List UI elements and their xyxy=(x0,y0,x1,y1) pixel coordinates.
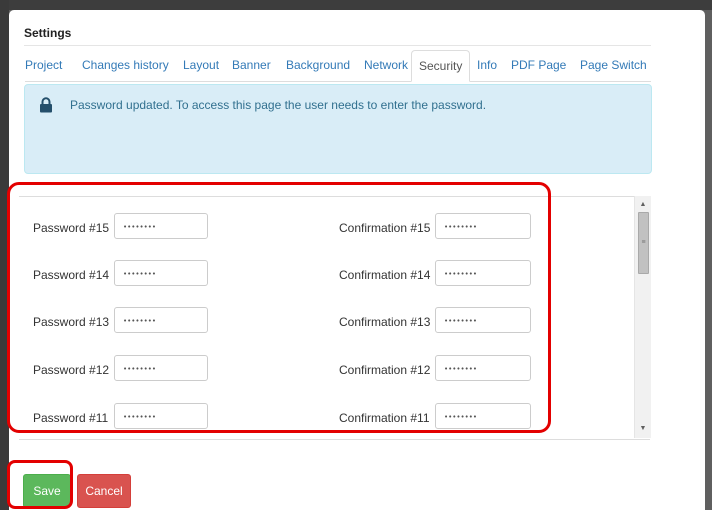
password-input[interactable]: •••••••• xyxy=(114,307,208,333)
password-row: Password #12 •••••••• Confirmation #12 •… xyxy=(19,355,639,385)
password-label: Password #12 xyxy=(33,363,110,377)
tab-banner[interactable]: Banner xyxy=(232,50,271,80)
dialog-title: Settings xyxy=(24,26,72,40)
password-input[interactable]: •••••••• xyxy=(114,260,208,286)
password-label: Password #14 xyxy=(33,268,110,282)
scroll-up-arrow-icon[interactable]: ▲ xyxy=(635,198,651,212)
confirmation-input[interactable]: •••••••• xyxy=(435,403,531,429)
settings-dialog: Settings Project Changes history Layout … xyxy=(9,10,705,510)
password-label: Password #15 xyxy=(33,221,110,235)
confirmation-label: Confirmation #14 xyxy=(339,268,431,282)
password-row: Password #11 •••••••• Confirmation #11 •… xyxy=(19,403,639,433)
password-input[interactable]: •••••••• xyxy=(114,355,208,381)
tab-security[interactable]: Security xyxy=(411,50,471,82)
save-button[interactable]: Save xyxy=(23,474,71,508)
password-input[interactable]: •••••••• xyxy=(114,213,208,239)
confirmation-label: Confirmation #15 xyxy=(339,221,431,235)
password-label: Password #13 xyxy=(33,315,110,329)
title-divider xyxy=(24,45,651,46)
background-left-edge xyxy=(0,0,9,510)
tab-layout[interactable]: Layout xyxy=(183,50,219,80)
confirmation-input[interactable]: •••••••• xyxy=(435,307,531,333)
scroll-down-arrow-icon[interactable]: ▼ xyxy=(635,422,651,436)
password-fields-panel: Password #15 •••••••• Confirmation #15 •… xyxy=(19,196,650,440)
scrollbar-thumb[interactable]: ≡ xyxy=(638,212,649,274)
password-row: Password #14 •••••••• Confirmation #14 •… xyxy=(19,260,639,290)
password-row: Password #15 •••••••• Confirmation #15 •… xyxy=(19,213,639,243)
confirmation-input[interactable]: •••••••• xyxy=(435,213,531,239)
background-toolbar xyxy=(0,0,712,10)
settings-tabs: Project Changes history Layout Banner Ba… xyxy=(25,50,651,82)
password-label: Password #11 xyxy=(33,411,109,425)
confirmation-label: Confirmation #13 xyxy=(339,315,431,329)
confirmation-label: Confirmation #12 xyxy=(339,363,431,377)
password-row: Password #13 •••••••• Confirmation #13 •… xyxy=(19,307,639,337)
tab-page-switch[interactable]: Page Switch xyxy=(580,50,647,80)
cancel-button[interactable]: Cancel xyxy=(77,474,131,508)
alert-message: Password updated. To access this page th… xyxy=(70,98,487,112)
password-updated-alert: Password updated. To access this page th… xyxy=(24,84,652,174)
confirmation-label: Confirmation #11 xyxy=(339,411,430,425)
tab-project[interactable]: Project xyxy=(25,50,62,80)
tab-background[interactable]: Background xyxy=(286,50,350,80)
lock-icon xyxy=(40,97,52,113)
tab-changes-history[interactable]: Changes history xyxy=(82,50,169,80)
confirmation-input[interactable]: •••••••• xyxy=(435,355,531,381)
password-input[interactable]: •••••••• xyxy=(114,403,208,429)
tab-pdf-page[interactable]: PDF Page xyxy=(511,50,566,80)
tab-network[interactable]: Network xyxy=(364,50,408,80)
tab-info[interactable]: Info xyxy=(477,50,497,80)
vertical-scrollbar[interactable]: ▲ ≡ ▼ xyxy=(634,196,651,438)
confirmation-input[interactable]: •••••••• xyxy=(435,260,531,286)
